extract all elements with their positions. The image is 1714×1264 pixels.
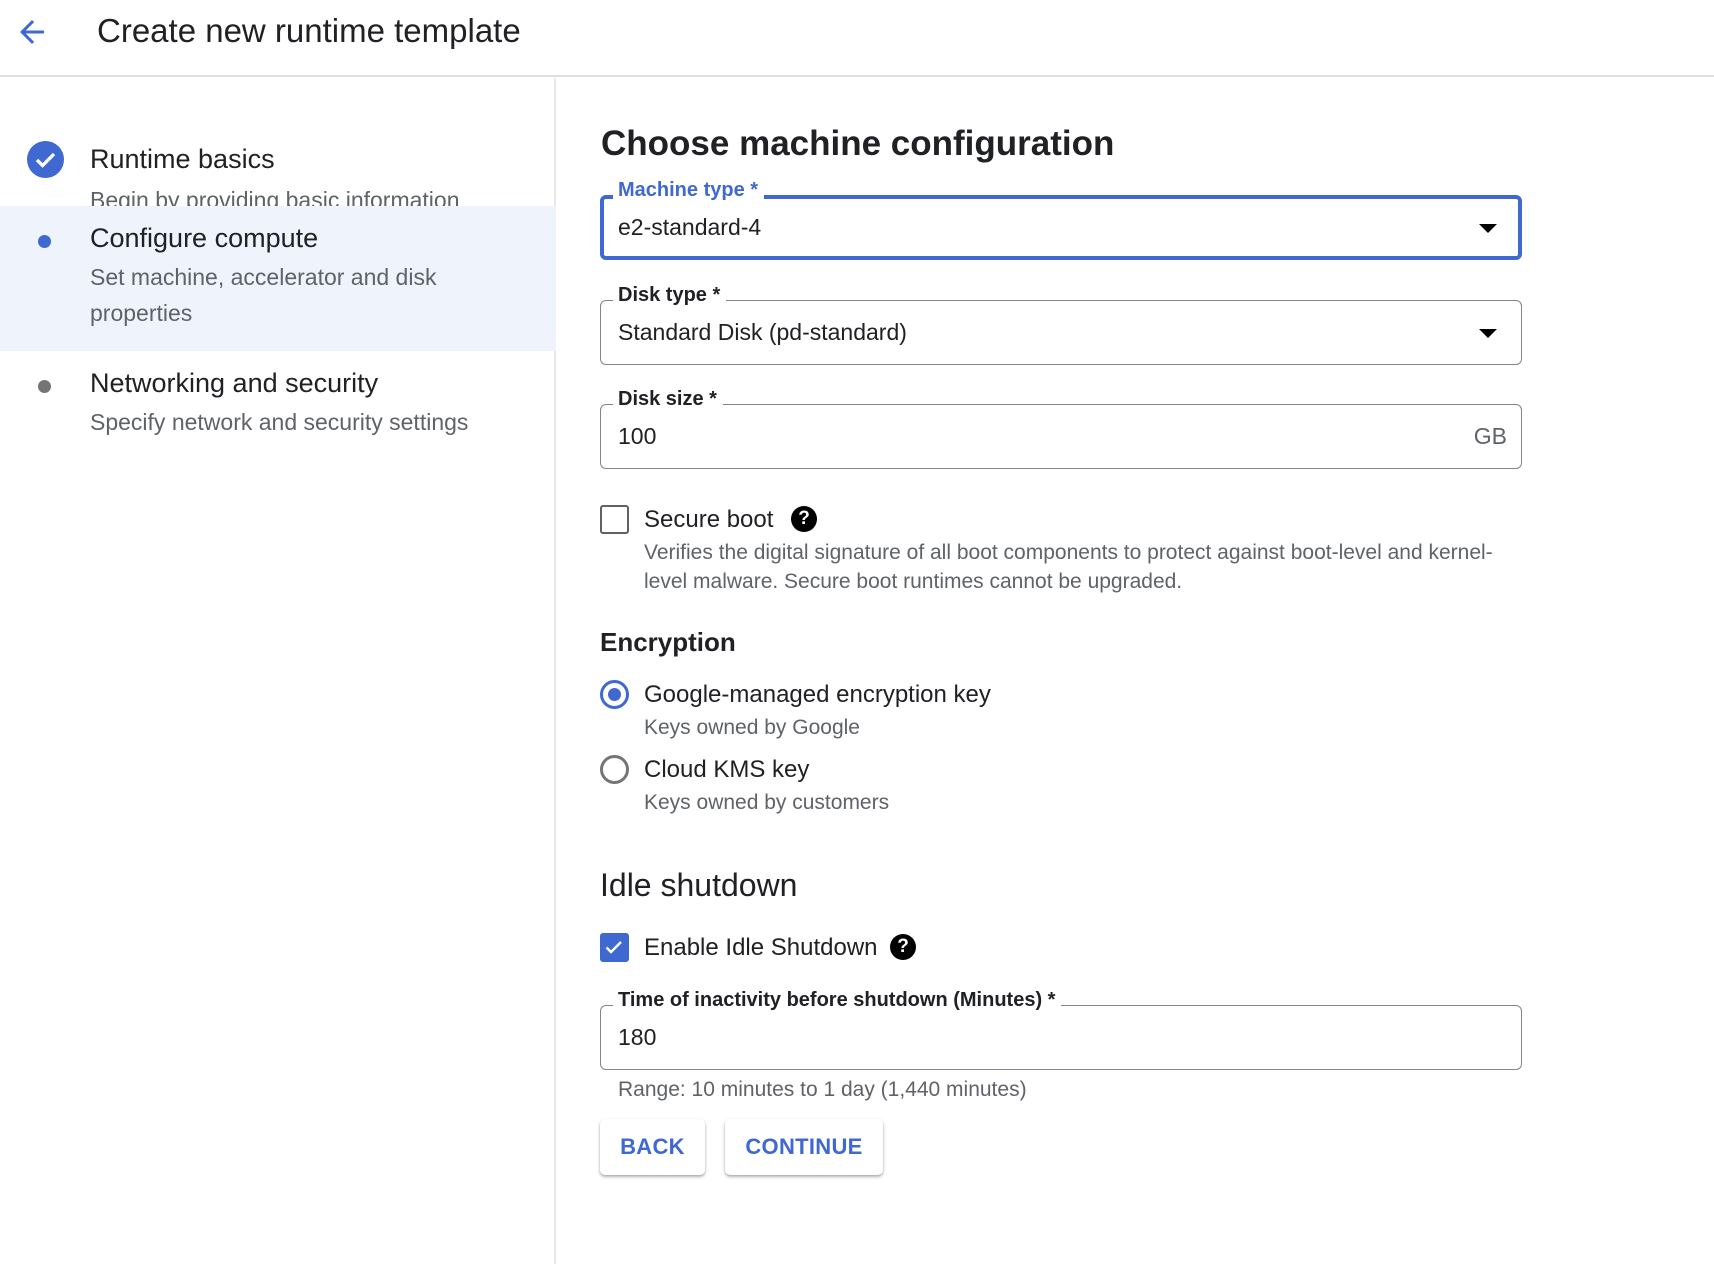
section-heading: Choose machine configuration	[601, 124, 1115, 163]
disk-size-input[interactable]: Disk size * 100 GB	[600, 388, 1522, 469]
step-title: Configure compute	[90, 223, 319, 253]
page-header: Create new runtime template	[0, 0, 1714, 77]
secure-boot-description-line1: Verifies the digital signature of all bo…	[644, 541, 1493, 564]
inactivity-time-input[interactable]: Time of inactivity before shutdown (Minu…	[600, 989, 1522, 1070]
dropdown-arrow-icon[interactable]	[1479, 224, 1497, 233]
step-title: Networking and security	[90, 368, 379, 398]
main-content: Choose machine configuration Machine typ…	[558, 78, 1714, 1264]
checkmark-icon	[605, 941, 622, 954]
help-icon[interactable]: ?	[791, 506, 817, 532]
machine-type-label: Machine type *	[613, 179, 765, 202]
disk-type-value: Standard Disk (pd-standard)	[618, 319, 907, 345]
idle-shutdown-heading: Idle shutdown	[600, 867, 798, 903]
secure-boot-label: Secure boot	[644, 506, 774, 533]
step-description: Set machine, accelerator and disk proper…	[90, 264, 437, 326]
google-managed-key-radio[interactable]	[600, 680, 629, 709]
cloud-kms-key-description: Keys owned by customers	[644, 791, 890, 814]
help-icon[interactable]: ?	[890, 934, 916, 960]
active-dot-icon	[38, 235, 51, 248]
google-managed-key-label: Google-managed encryption key	[644, 681, 991, 708]
page-title: Create new runtime template	[97, 12, 521, 49]
step-configure-compute[interactable]: Configure compute Set machine, accelerat…	[0, 206, 556, 351]
machine-type-select[interactable]: Machine type * e2-standard-4	[600, 179, 1522, 260]
stepper-sidebar: Runtime basics Begin by providing basic …	[0, 78, 556, 1264]
disk-size-value: 100	[618, 423, 657, 449]
pending-dot-icon	[38, 380, 51, 393]
disk-size-label: Disk size *	[613, 388, 723, 411]
inactivity-time-value: 180	[618, 1024, 657, 1050]
step-title: Runtime basics	[90, 144, 275, 174]
cloud-kms-key-radio[interactable]	[600, 755, 629, 784]
encryption-heading: Encryption	[600, 627, 736, 657]
enable-idle-shutdown-label: Enable Idle Shutdown	[644, 934, 878, 961]
secure-boot-description-line2: level malware. Secure boot runtimes cann…	[644, 570, 1183, 593]
inactivity-time-label: Time of inactivity before shutdown (Minu…	[613, 989, 1062, 1012]
step-networking-security[interactable]: Networking and security Specify network …	[0, 351, 556, 461]
secure-boot-checkbox[interactable]	[600, 505, 629, 534]
step-description: Specify network and security settings	[90, 409, 469, 435]
disk-type-select[interactable]: Disk type * Standard Disk (pd-standard)	[600, 284, 1522, 365]
check-circle-icon	[27, 141, 64, 178]
enable-idle-shutdown-checkbox[interactable]	[600, 933, 629, 962]
continue-button[interactable]: CONTINUE	[725, 1119, 883, 1175]
dropdown-arrow-icon[interactable]	[1479, 329, 1497, 338]
cloud-kms-key-label: Cloud KMS key	[644, 756, 810, 783]
arrow-left-icon[interactable]	[14, 14, 50, 50]
google-managed-key-description: Keys owned by Google	[644, 716, 860, 739]
machine-type-value: e2-standard-4	[618, 214, 762, 240]
back-button[interactable]: BACK	[600, 1119, 705, 1175]
disk-size-unit: GB	[1473, 423, 1507, 449]
step-runtime-basics[interactable]: Runtime basics Begin by providing basic …	[0, 106, 556, 213]
inactivity-range-hint: Range: 10 minutes to 1 day (1,440 minute…	[618, 1078, 1027, 1101]
disk-type-label: Disk type *	[613, 284, 727, 307]
